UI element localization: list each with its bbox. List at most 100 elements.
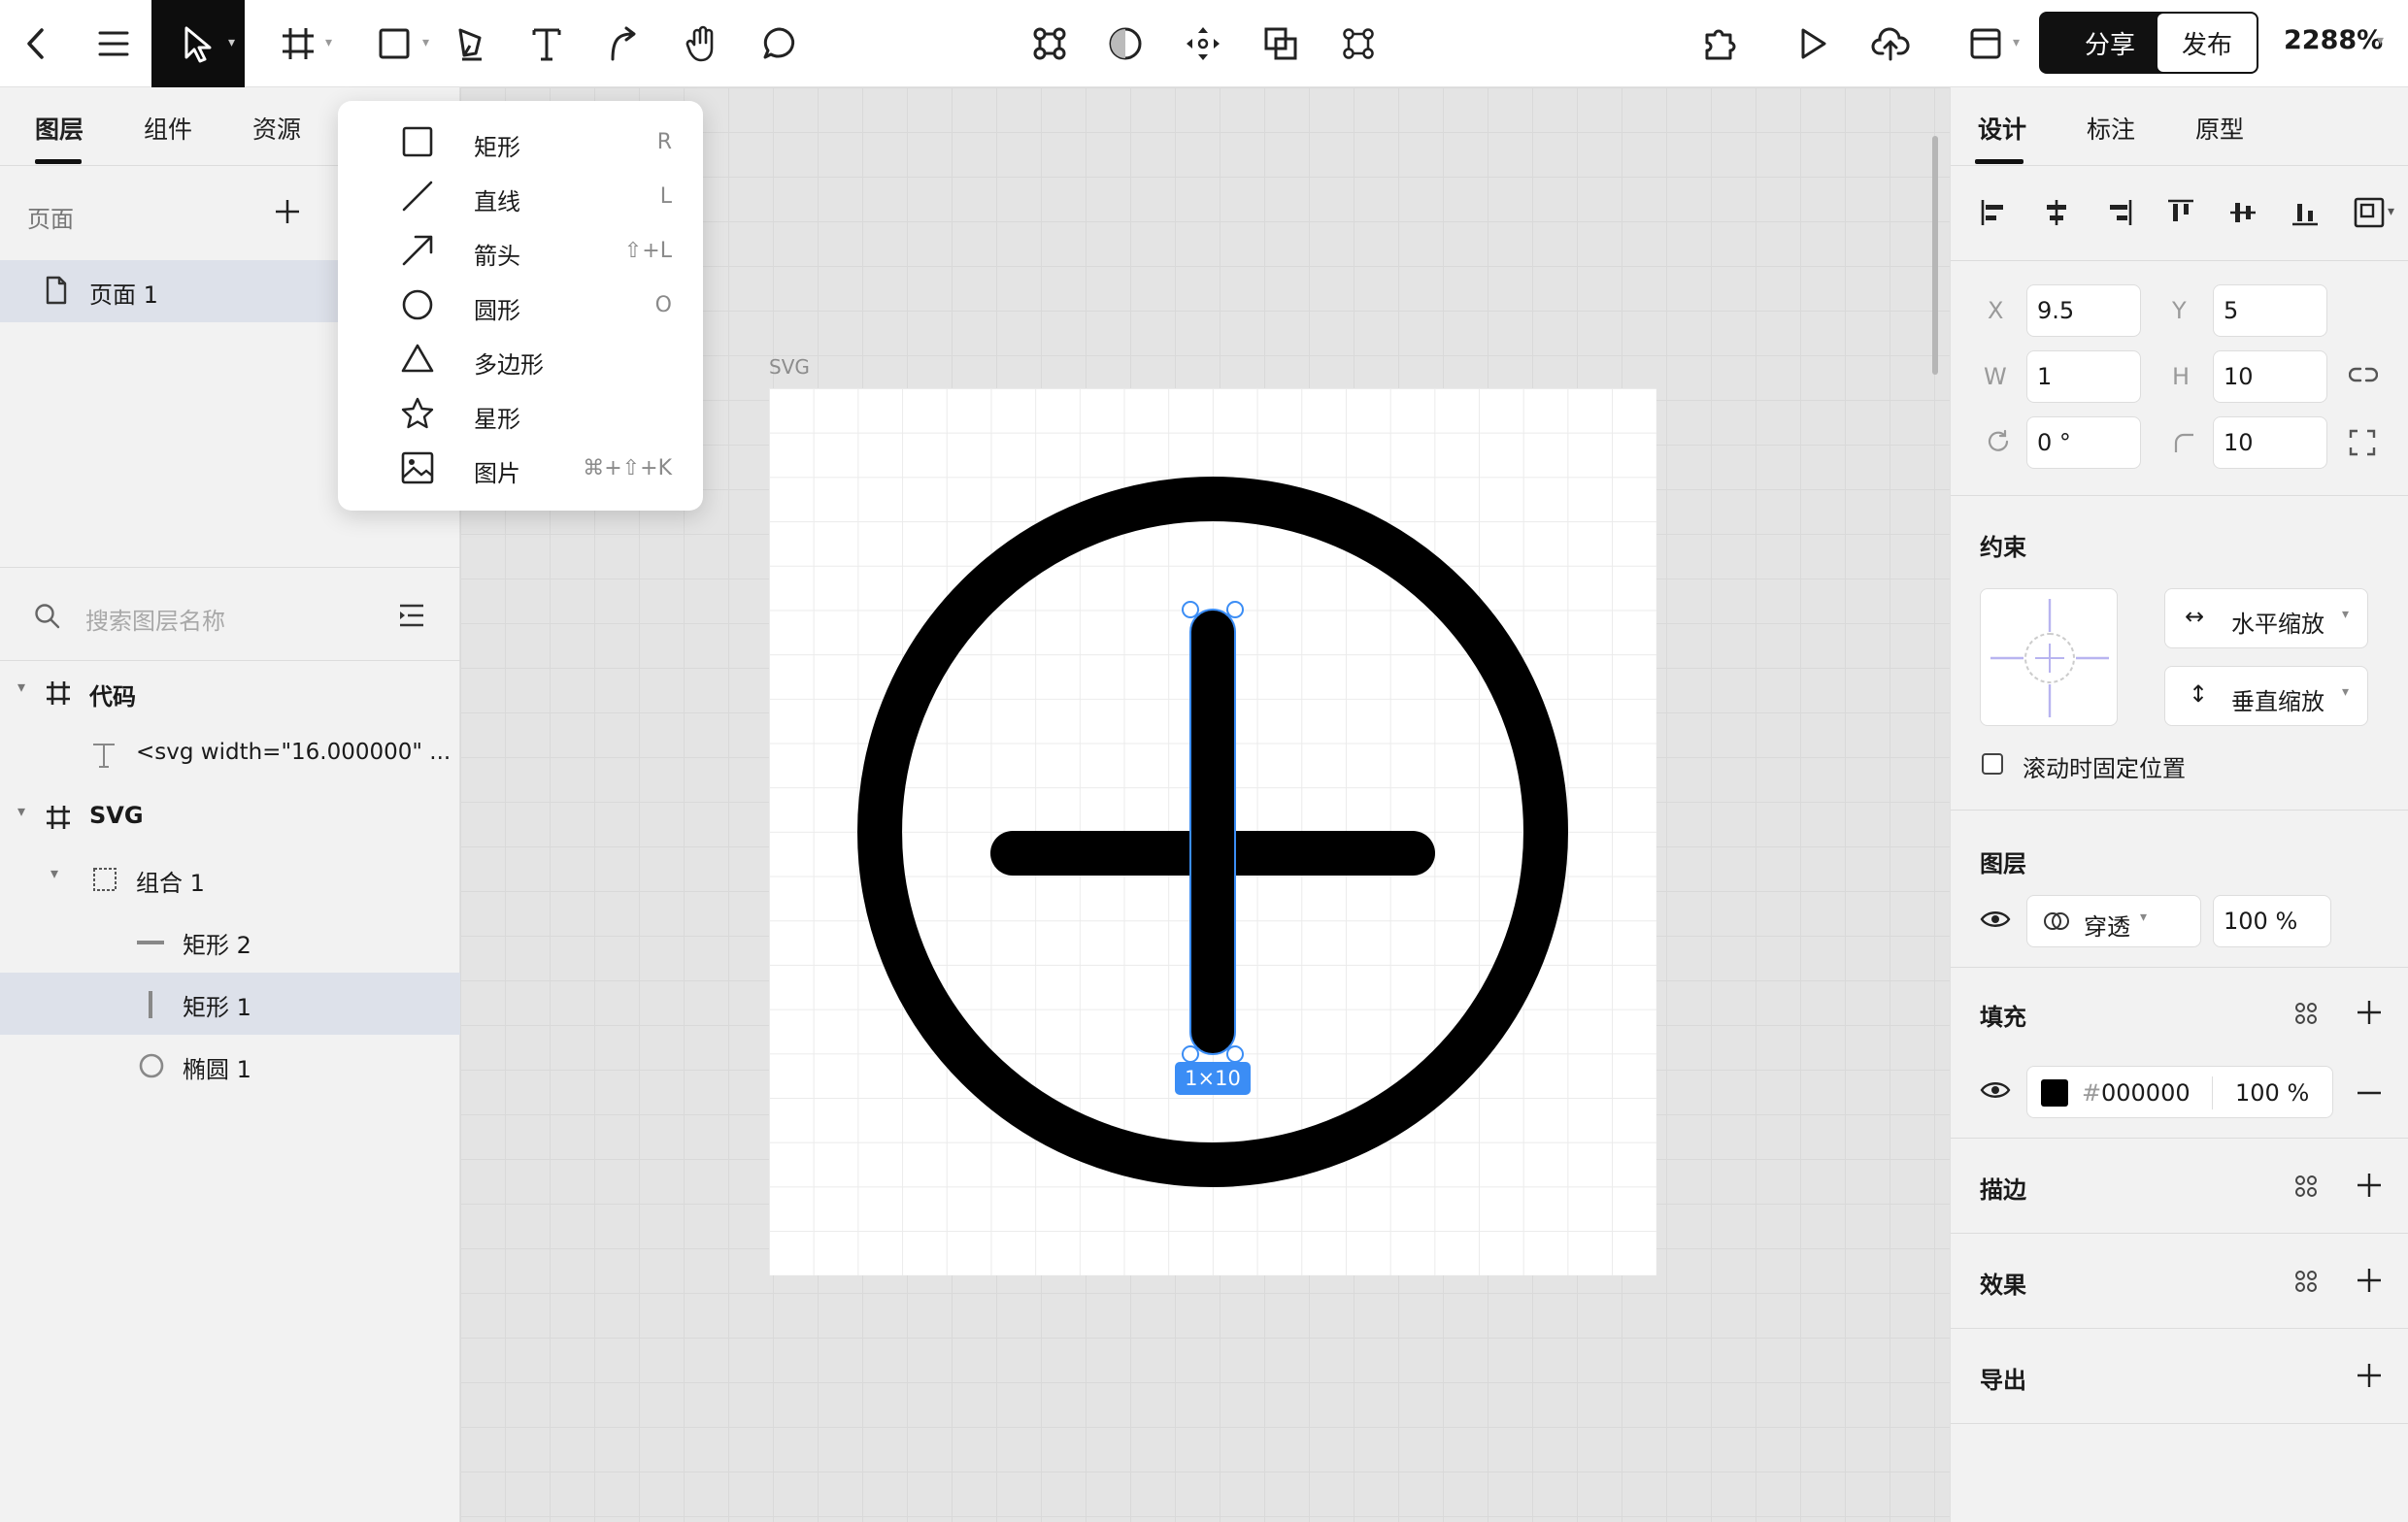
x-input[interactable]: 9.5: [2026, 284, 2141, 337]
layer-row[interactable]: 椭圆 1: [0, 1035, 460, 1097]
mask-icon[interactable]: [1101, 0, 1150, 87]
vertical-scrollbar[interactable]: [1932, 136, 1938, 375]
color-swatch[interactable]: [2041, 1079, 2068, 1107]
style-icon[interactable]: [2294, 1270, 2318, 1293]
corner-radius-icon: [2174, 433, 2193, 452]
menu-item-rectangle[interactable]: 矩形 R: [338, 115, 703, 169]
menu-item-polygon[interactable]: 多边形: [338, 332, 703, 386]
link-icon[interactable]: [2349, 363, 2378, 386]
fill-hex-input[interactable]: 000000: [2101, 1079, 2191, 1107]
chevron-down-icon: ▾: [324, 35, 332, 50]
vertical-constraint-select[interactable]: ↕ 垂直缩放 ▾: [2164, 666, 2368, 726]
horizontal-constraint-select[interactable]: ↔ 水平缩放 ▾: [2164, 588, 2368, 648]
boolean-icon[interactable]: [1256, 0, 1305, 87]
rotation-input[interactable]: 0 °: [2026, 416, 2141, 469]
align-right-icon[interactable]: [2104, 198, 2133, 227]
layer-row[interactable]: ▾ 代码: [0, 662, 460, 724]
add-page-icon[interactable]: [274, 198, 301, 225]
cloud-upload-icon[interactable]: [1866, 0, 1915, 87]
width-input[interactable]: 1: [2026, 350, 2141, 403]
svg-artboard[interactable]: 1×10: [769, 388, 1656, 1275]
menu-item-star[interactable]: 星形: [338, 386, 703, 441]
tab-annotate[interactable]: 标注: [2087, 111, 2135, 146]
layer-row[interactable]: ▾ SVG: [0, 786, 460, 848]
add-stroke-icon[interactable]: [2357, 1173, 2382, 1198]
remove-fill-icon[interactable]: [2357, 1091, 2382, 1095]
style-icon[interactable]: [2294, 1175, 2318, 1198]
tab-components[interactable]: 组件: [144, 111, 192, 146]
add-fill-icon[interactable]: [2357, 1000, 2382, 1025]
fix-on-scroll-checkbox[interactable]: [1982, 753, 2003, 775]
layer-title: 图层: [1980, 850, 2026, 877]
effects-title: 效果: [1980, 1272, 2026, 1299]
text-icon: [532, 28, 561, 61]
x-label: X: [1988, 297, 2004, 324]
back-icon[interactable]: [12, 0, 60, 87]
publish-button[interactable]: 发布: [2156, 12, 2258, 74]
fill-opacity-input[interactable]: 100 %: [2235, 1079, 2309, 1107]
distribute-icon[interactable]: [2353, 196, 2386, 229]
blend-mode-select[interactable]: 穿透 ▾: [2026, 895, 2201, 947]
independent-corners-icon[interactable]: [2349, 429, 2376, 456]
layer-row[interactable]: 矩形 2: [0, 910, 460, 973]
chevron-down-icon[interactable]: ▾: [17, 802, 25, 820]
radius-input[interactable]: 10: [2213, 416, 2327, 469]
chevron-down-icon[interactable]: ▾: [50, 864, 58, 882]
component-icon[interactable]: [1025, 0, 1074, 87]
eye-icon[interactable]: [1980, 909, 2011, 930]
menu-item-arrow[interactable]: 箭头 ⇧+L: [338, 223, 703, 278]
filter-icon[interactable]: [398, 602, 425, 629]
layer-row[interactable]: <svg width="16.000000" ...: [0, 724, 460, 786]
layer-row[interactable]: 矩形 1: [0, 973, 460, 1035]
chevron-down-icon[interactable]: ▾: [2377, 33, 2384, 49]
comment-tool-button[interactable]: [755, 0, 804, 87]
align-top-icon[interactable]: [2166, 198, 2195, 227]
play-icon[interactable]: [1789, 0, 1837, 87]
select-tool-button[interactable]: ▾: [151, 0, 245, 87]
chevron-down-icon[interactable]: ▾: [2388, 204, 2394, 219]
menu-item-ellipse[interactable]: 圆形 O: [338, 278, 703, 332]
menu-item-label: 圆形: [474, 297, 520, 324]
search-input[interactable]: 搜索图层名称: [85, 602, 225, 636]
menu-item-image[interactable]: 图片 ⌘+⇧+K: [338, 441, 703, 495]
menu-item-line[interactable]: 直线 L: [338, 169, 703, 223]
fill-color-row[interactable]: # 000000 100 %: [2026, 1066, 2333, 1118]
chevron-down-icon: ▾: [2342, 684, 2350, 700]
arrow-icon: [402, 235, 433, 266]
hand-tool-button[interactable]: [678, 0, 726, 87]
align-center-vertical-icon[interactable]: [2228, 198, 2258, 227]
align-center-horizontal-icon[interactable]: [2042, 198, 2071, 227]
constraint-widget[interactable]: [1980, 588, 2118, 726]
tab-layers[interactable]: 图层: [35, 111, 84, 146]
frame-label[interactable]: SVG: [769, 355, 810, 379]
add-effect-icon[interactable]: [2357, 1268, 2382, 1293]
chevron-down-icon: ▾: [2012, 35, 2020, 50]
style-icon[interactable]: [2294, 1002, 2318, 1025]
connector-tool-button[interactable]: [600, 0, 649, 87]
tab-prototype[interactable]: 原型: [2195, 111, 2244, 146]
layer-row[interactable]: ▾ 组合 1: [0, 848, 460, 910]
frame-tool-button[interactable]: ▾: [264, 0, 332, 87]
plugin-icon[interactable]: [1695, 0, 1744, 87]
zoom-level[interactable]: 2288%: [2284, 25, 2383, 55]
height-input[interactable]: 10: [2213, 350, 2327, 403]
shape-tool-button[interactable]: ▾: [359, 0, 429, 87]
menu-icon[interactable]: [89, 0, 138, 87]
eye-icon[interactable]: [1980, 1079, 2011, 1101]
tab-assets[interactable]: 资源: [252, 111, 301, 146]
align-icon[interactable]: [1179, 0, 1227, 87]
align-left-icon[interactable]: [1980, 198, 2009, 227]
tab-design[interactable]: 设计: [1978, 111, 2026, 146]
chevron-down-icon[interactable]: ▾: [17, 678, 25, 696]
pen-tool-button[interactable]: [447, 0, 495, 87]
shortcut-label: ⇧+L: [623, 239, 672, 263]
pages-section-title: 页面: [27, 206, 74, 233]
layer-opacity-input[interactable]: 100 %: [2213, 895, 2331, 947]
layout-panel-button[interactable]: ▾: [1952, 0, 2020, 87]
constraints-title: 约束: [1980, 534, 2026, 561]
align-bottom-icon[interactable]: [2291, 198, 2320, 227]
add-export-icon[interactable]: [2357, 1363, 2382, 1388]
text-tool-button[interactable]: [522, 0, 571, 87]
y-input[interactable]: 5: [2213, 284, 2327, 337]
vector-edit-icon[interactable]: [1334, 0, 1383, 87]
